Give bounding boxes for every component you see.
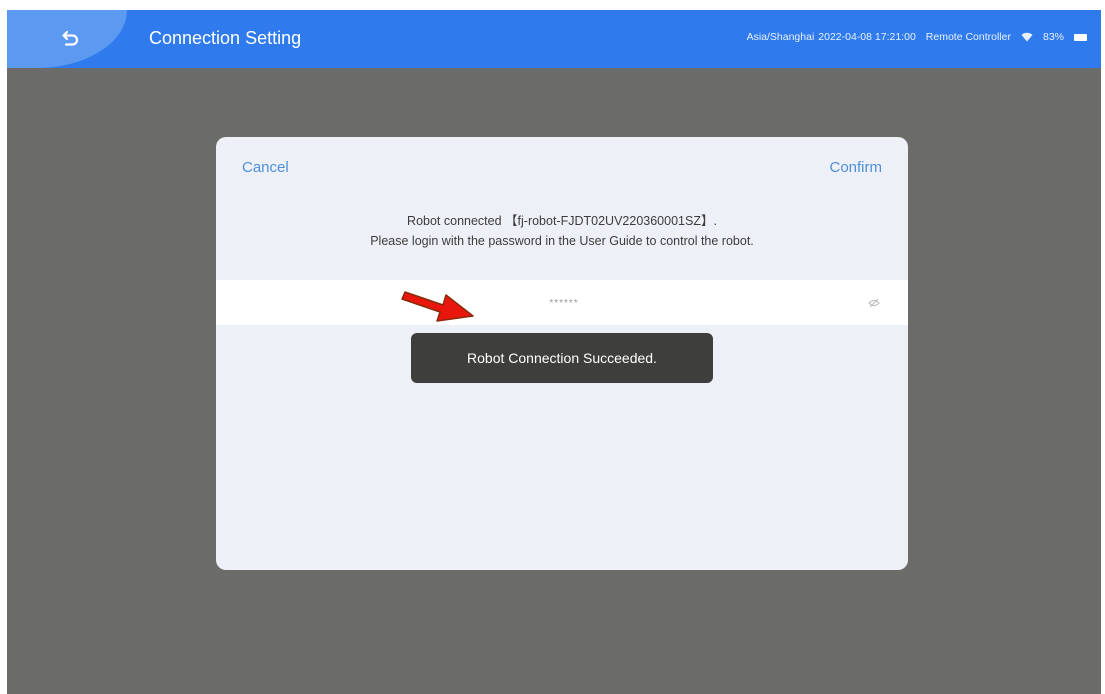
page-title: Connection Setting [149, 28, 302, 48]
message-line-1: Robot connected 【fj-robot-FJDT02UV220360… [407, 214, 717, 228]
eye-icon[interactable] [868, 297, 880, 309]
back-button[interactable] [55, 24, 87, 54]
red-arrow-icon [401, 291, 474, 322]
timezone-label: Asia/Shanghai [746, 31, 815, 43]
battery-icon [1074, 33, 1087, 41]
battery-percent: 83% [1042, 31, 1064, 43]
remote-controller-label[interactable]: Remote Controller [926, 31, 1011, 43]
confirm-button[interactable]: Confirm [829, 159, 882, 176]
login-dialog: Cancel Confirm Robot connected 【fj-robot… [216, 137, 908, 570]
password-row [216, 280, 908, 327]
app-screen: Connection Setting Asia/Shanghai 2022-04… [7, 10, 1101, 694]
connection-message: Robot connected 【fj-robot-FJDT02UV220360… [216, 211, 908, 251]
toast-message: Robot Connection Succeeded. [411, 333, 713, 383]
back-arrow-icon [62, 30, 79, 46]
status-bar: Asia/Shanghai 2022-04-08 17:21:00 Remote… [747, 31, 1087, 43]
message-line-2: Please login with the password in the Us… [370, 234, 754, 248]
cancel-button[interactable]: Cancel [242, 159, 289, 176]
top-bar: Connection Setting Asia/Shanghai 2022-04… [7, 10, 1101, 68]
wifi-icon [1021, 32, 1033, 42]
datetime-label: 2022-04-08 17:21:00 [818, 31, 916, 43]
